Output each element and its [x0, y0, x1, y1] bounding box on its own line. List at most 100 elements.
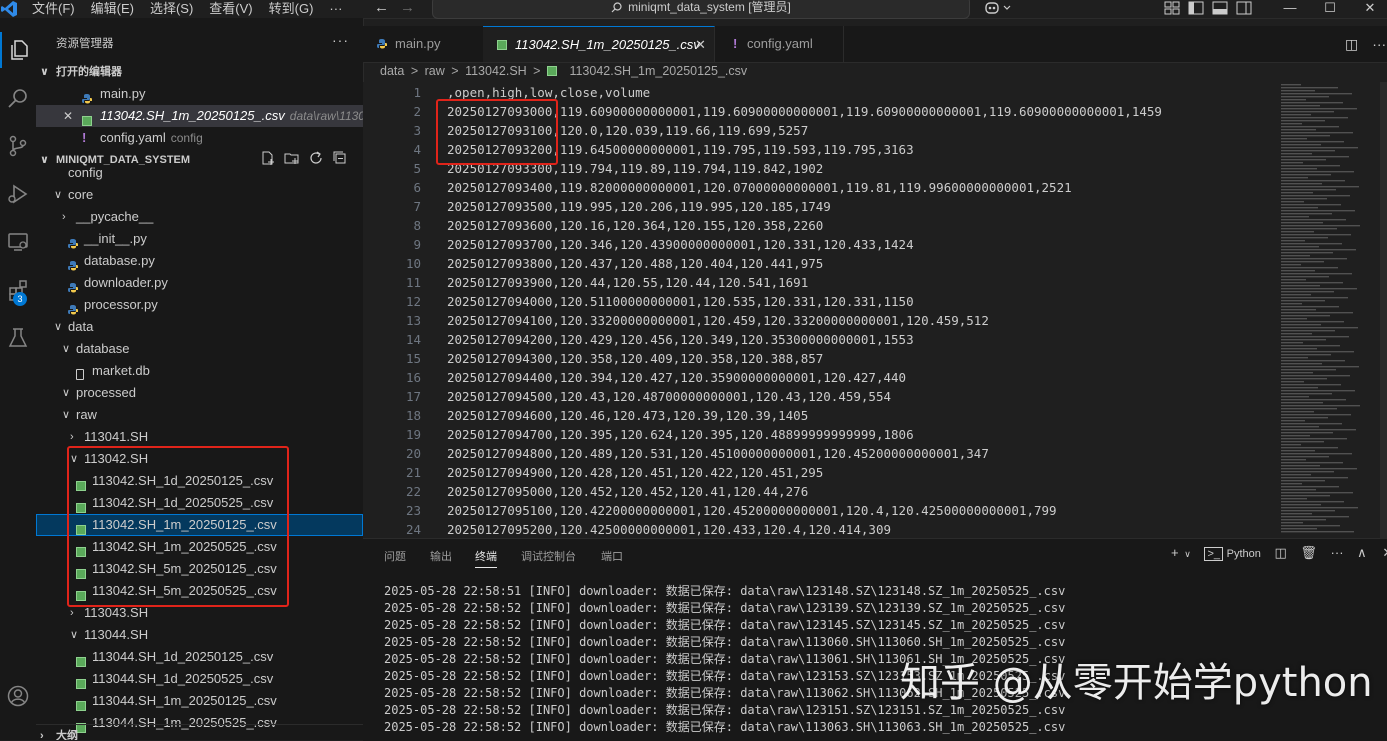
account-icon[interactable] [0, 678, 36, 714]
tree-folder[interactable]: ∨ core [36, 184, 363, 206]
close-icon[interactable]: ✕ [63, 105, 73, 127]
menu-view[interactable]: 查看(V) [201, 0, 260, 18]
tree-file[interactable]: __init__.py [36, 228, 363, 250]
tree-folder[interactable]: › __pycache__ [36, 206, 363, 228]
maximize-icon[interactable]: ☐ [1310, 0, 1350, 16]
code-line[interactable]: 22 20250127095000,120.452,120.452,120.41,… [363, 482, 1280, 501]
tree-file[interactable]: 113044.SH_1d_20250125_.csv [36, 646, 363, 668]
code-line[interactable]: 14 20250127094200,120.429,120.456,120.349… [363, 330, 1280, 349]
command-center[interactable]: miniqmt_data_system [管理员] [432, 0, 970, 19]
breadcrumb-item[interactable]: 113042.SH_1m_20250125_.csv [569, 64, 747, 78]
minimize-icon[interactable]: — [1270, 0, 1310, 16]
code-line[interactable]: 9 20250127093700,120.346,120.439000000000… [363, 235, 1280, 254]
editor-scrollbar[interactable] [1380, 82, 1387, 538]
menu-selection[interactable]: 选择(S) [142, 0, 201, 18]
line-number: 21 [405, 465, 421, 480]
tree-file[interactable]: downloader.py [36, 272, 363, 294]
explorer-icon[interactable] [0, 32, 38, 68]
code-line[interactable]: 7 20250127093500,119.995,120.206,119.995,… [363, 197, 1280, 216]
line-number: 22 [405, 484, 421, 499]
tab-main-py[interactable]: main.py [363, 26, 484, 62]
close-panel-icon[interactable]: ✕ [1382, 545, 1387, 560]
close-window-icon[interactable]: ✕ [1350, 0, 1387, 16]
tree-folder[interactable]: › 113041.SH [36, 426, 363, 448]
open-editor-csv[interactable]: ✕ 113042.SH_1m_20250125_.csv data\raw\113… [36, 105, 363, 127]
tree-folder[interactable]: ∨ data [36, 316, 363, 338]
code-line[interactable]: 16 20250127094400,120.394,120.427,120.359… [363, 368, 1280, 387]
breadcrumb-item[interactable]: data [380, 64, 404, 78]
code-line[interactable]: 21 20250127094900,120.428,120.451,120.422… [363, 463, 1280, 482]
tree-label: database [76, 341, 130, 356]
outline-header[interactable]: › 大纲 [36, 724, 363, 740]
chevron-down-icon: ∨ [62, 409, 71, 421]
more-actions-icon[interactable]: ··· [1331, 545, 1344, 560]
toggle-panel-icon[interactable] [1212, 1, 1228, 15]
tree-folder[interactable]: ∨ database [36, 338, 363, 360]
tree-label: 113044.SH_1m_20250125_.csv [92, 693, 277, 708]
tree-file[interactable]: processor.py [36, 294, 363, 316]
menu-edit[interactable]: 编辑(E) [83, 0, 142, 18]
open-editors-header[interactable]: ∨ 打开的编辑器 [36, 61, 363, 83]
tree-file[interactable]: market.db [36, 360, 363, 382]
toggle-secondary-sidebar-icon[interactable] [1236, 1, 1252, 15]
breadcrumb-item[interactable]: 113042.SH [465, 64, 527, 78]
tree-label: __init__.py [84, 231, 147, 246]
maximize-panel-icon[interactable]: ∧ [1357, 545, 1367, 560]
more-actions-icon[interactable]: ··· [332, 32, 349, 48]
tab-csv[interactable]: 113042.SH_1m_20250125_.csv ✕ [483, 26, 715, 62]
code-line[interactable]: 18 20250127094600,120.46,120.473,120.39,1… [363, 406, 1280, 425]
new-terminal-icon[interactable]: + [1171, 545, 1179, 560]
menu-file[interactable]: 文件(F) [24, 0, 83, 18]
split-terminal-icon[interactable]: ◫ [1274, 545, 1286, 560]
forward-arrow-icon[interactable]: → [400, 0, 415, 16]
tree-folder[interactable]: ∨ raw [36, 404, 363, 426]
code-line[interactable]: 11 20250127093900,120.44,120.55,120.44,12… [363, 273, 1280, 292]
remote-explorer-icon[interactable] [0, 224, 36, 260]
trash-icon[interactable]: 🗑 [1300, 545, 1317, 560]
code-line[interactable]: 12 20250127094000,120.51100000000001,120.… [363, 292, 1280, 311]
run-debug-icon[interactable] [0, 176, 36, 212]
tab-problems[interactable]: 问题 [384, 548, 406, 564]
code-line[interactable]: 10 20250127093800,120.437,120.488,120.404… [363, 254, 1280, 273]
code-line[interactable]: 20 20250127094800,120.489,120.531,120.451… [363, 444, 1280, 463]
tab-terminal[interactable]: 终端 [475, 548, 497, 568]
code-line[interactable]: 17 20250127094500,120.43,120.487000000000… [363, 387, 1280, 406]
code-line[interactable]: 6 20250127093400,119.82000000000001,120.0… [363, 178, 1280, 197]
tree-folder[interactable]: ∨ processed [36, 382, 363, 404]
line-text: 20250127093900,120.44,120.55,120.44,120.… [447, 275, 809, 290]
open-editor-config-yaml[interactable]: ! config.yaml config [36, 127, 363, 149]
close-icon[interactable]: ✕ [695, 27, 706, 63]
tree-file[interactable]: 113044.SH_1d_20250525_.csv [36, 668, 363, 690]
tree-file[interactable]: 113044.SH_1m_20250125_.csv [36, 690, 363, 712]
tab-debug-console[interactable]: 调试控制台 [521, 548, 576, 564]
code-line[interactable]: 15 20250127094300,120.358,120.409,120.358… [363, 349, 1280, 368]
source-control-icon[interactable] [0, 128, 36, 164]
code-line[interactable]: 19 20250127094700,120.395,120.624,120.395… [363, 425, 1280, 444]
minimap[interactable] [1280, 82, 1380, 538]
tree-folder[interactable]: config [36, 162, 363, 184]
code-line[interactable]: 13 20250127094100,120.33200000000001,120.… [363, 311, 1280, 330]
copilot-icon[interactable] [984, 0, 1014, 16]
tab-output[interactable]: 输出 [430, 548, 452, 564]
back-arrow-icon[interactable]: ← [374, 0, 389, 16]
code-line[interactable]: 23 20250127095100,120.42200000000001,120.… [363, 501, 1280, 520]
menu-go[interactable]: 转到(G) [261, 0, 322, 18]
terminal-kind[interactable]: Python [1227, 548, 1261, 560]
customize-layout-icon[interactable] [1164, 1, 1180, 15]
open-editor-main-py[interactable]: main.py [36, 83, 363, 105]
tree-file[interactable]: database.py [36, 250, 363, 272]
more-actions-icon[interactable]: ··· [1372, 36, 1386, 53]
testing-icon[interactable] [0, 320, 36, 356]
toggle-sidebar-icon[interactable] [1188, 1, 1204, 15]
menu-more[interactable]: ··· [321, 0, 350, 18]
tab-config-yaml[interactable]: ! config.yaml [715, 26, 844, 62]
tab-ports[interactable]: 端口 [601, 548, 623, 564]
breadcrumb-item[interactable]: raw [425, 64, 445, 78]
code-line[interactable]: 24 20250127095200,120.42500000000001,120.… [363, 520, 1280, 538]
split-editor-icon[interactable]: ◫ [1345, 36, 1358, 53]
code-line[interactable]: 8 20250127093600,120.16,120.364,120.155,1… [363, 216, 1280, 235]
tree-folder[interactable]: ∨ 113044.SH [36, 624, 363, 646]
line-text: 20250127094100,120.33200000000001,120.45… [447, 313, 989, 328]
chevron-down-icon[interactable]: ∨ [1184, 549, 1191, 559]
search-icon[interactable] [0, 80, 36, 116]
